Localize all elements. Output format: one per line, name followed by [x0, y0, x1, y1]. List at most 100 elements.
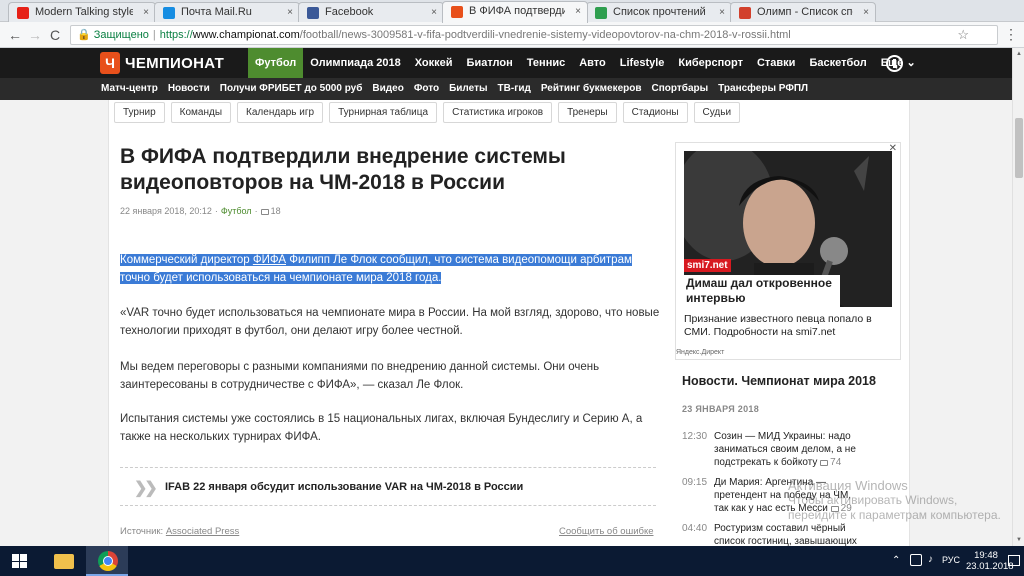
volume-icon[interactable]: ♪: [928, 554, 933, 576]
close-icon[interactable]: ×: [287, 3, 293, 22]
taskbar-chrome[interactable]: [86, 546, 128, 576]
nav-lifestyle[interactable]: Lifestyle: [613, 48, 672, 78]
subnav-photo[interactable]: Фото: [409, 78, 444, 100]
article-headline: В ФИФА подтвердили внедрение системы вид…: [120, 145, 566, 194]
source-link[interactable]: Associated Press: [166, 526, 239, 537]
nav-esports[interactable]: Киберспорт: [671, 48, 750, 78]
pill-referees[interactable]: Судьи: [693, 102, 741, 123]
article-meta: 22 января 2018, 20:12 · Футбол · 18: [120, 206, 281, 216]
tray-chevron-icon[interactable]: ⌃: [892, 555, 900, 576]
news-text[interactable]: Ростуризм составил чёрный список гостини…: [714, 523, 857, 546]
main-nav: Футбол Олимпиада 2018 Хоккей Биатлон Тен…: [248, 48, 923, 78]
news-item[interactable]: 04:40 Ростуризм составил чёрный список г…: [682, 522, 902, 546]
ad-title[interactable]: Димаш дал откровенное интервью: [684, 275, 840, 307]
news-time: 09:15: [682, 477, 708, 488]
article-category-link[interactable]: Футбол: [221, 206, 252, 216]
page-scrollbar[interactable]: ▲ ▼: [1012, 48, 1024, 546]
meta-dot: ·: [214, 206, 218, 216]
nav-auto[interactable]: Авто: [572, 48, 613, 78]
browser-tab-5[interactable]: Список прочтений авто ×: [586, 2, 732, 22]
bookmark-star-icon[interactable]: ☆: [957, 26, 969, 44]
pill-player-stats[interactable]: Статистика игроков: [443, 102, 553, 123]
news-time: 04:40: [682, 523, 708, 534]
browser-tab-6[interactable]: Олимп - Список спорт ×: [730, 2, 876, 22]
subnav-video[interactable]: Видео: [367, 78, 408, 100]
browser-tab-1[interactable]: Modern Talking style ×: [8, 2, 156, 22]
fifa-link[interactable]: ФИФА: [252, 254, 287, 266]
news-section-title[interactable]: Новости. Чемпионат мира 2018: [682, 374, 876, 388]
back-button[interactable]: ←: [6, 26, 24, 44]
browser-tab-2[interactable]: Почта Mail.Ru ×: [154, 2, 300, 22]
ad-provider[interactable]: Яндекс.Директ: [676, 349, 724, 356]
site-logo[interactable]: Ч ЧЕМПИОНАТ: [100, 52, 224, 74]
pill-tournament[interactable]: Турнир: [114, 102, 165, 123]
ad-source-tag[interactable]: smi7.net: [684, 259, 731, 272]
subnav-match-center[interactable]: Матч-центр: [96, 78, 163, 100]
nav-biathlon[interactable]: Биатлон: [460, 48, 520, 78]
olimp-icon: [739, 7, 751, 19]
tournament-tabs: Турнир Команды Календарь игр Турнирная т…: [114, 102, 746, 123]
nav-bets[interactable]: Ставки: [750, 48, 802, 78]
article-source: Источник: Associated Press: [120, 526, 239, 537]
ad-description[interactable]: Признание известного певца попало в СМИ.…: [684, 313, 890, 339]
forward-button[interactable]: →: [26, 26, 44, 44]
source-label: Источник:: [120, 526, 166, 537]
nav-tennis[interactable]: Теннис: [520, 48, 572, 78]
user-icon[interactable]: [886, 55, 903, 72]
close-icon[interactable]: ×: [143, 3, 149, 22]
related-article-link[interactable]: IFAB 22 января обсудит использование VAR…: [165, 481, 523, 493]
subnav-sportbars[interactable]: Спортбары: [647, 78, 714, 100]
pill-teams[interactable]: Команды: [170, 102, 232, 123]
nav-basketball[interactable]: Баскетбол: [802, 48, 873, 78]
news-date: 23 ЯНВАРЯ 2018: [682, 404, 759, 414]
subnav-tv[interactable]: ТВ-гид: [493, 78, 536, 100]
subnav-news[interactable]: Новости: [163, 78, 215, 100]
logo-mark-icon: Ч: [100, 52, 120, 74]
nav-hockey[interactable]: Хоккей: [408, 48, 460, 78]
close-icon[interactable]: ×: [575, 2, 581, 21]
scroll-up-icon[interactable]: ▲: [1014, 49, 1024, 59]
news-item[interactable]: 12:30 Созин — МИД Украины: надо занимать…: [682, 430, 902, 470]
pill-table[interactable]: Турнирная таблица: [329, 102, 438, 123]
scroll-down-icon[interactable]: ▼: [1014, 535, 1024, 545]
start-button[interactable]: [0, 546, 40, 576]
chrome-icon: [98, 551, 118, 571]
logo-text: ЧЕМПИОНАТ: [125, 54, 225, 72]
folder-icon: [54, 554, 74, 569]
scroll-thumb[interactable]: [1015, 118, 1023, 178]
reload-button[interactable]: C: [46, 26, 64, 44]
subnav-freebet[interactable]: Получи ФРИБЕТ до 5000 руб: [215, 78, 368, 100]
report-error-link[interactable]: Сообщить об ошибке: [559, 526, 654, 537]
nav-football[interactable]: Футбол: [248, 48, 304, 78]
url-input[interactable]: 🔒 Защищено | https://www.championat.com/foo…: [70, 25, 998, 45]
network-icon[interactable]: [910, 554, 922, 566]
clock-time: 19:48: [974, 550, 998, 561]
mailru-icon: [163, 7, 175, 19]
subnav-tickets[interactable]: Билеты: [444, 78, 492, 100]
language-indicator[interactable]: РУС: [942, 555, 960, 576]
pill-calendar[interactable]: Календарь игр: [237, 102, 324, 123]
close-icon[interactable]: ×: [863, 3, 869, 22]
subnav-bookmakers[interactable]: Рейтинг букмекеров: [536, 78, 647, 100]
browser-menu-icon[interactable]: ⋮: [1004, 26, 1018, 43]
browser-tab-4[interactable]: В ФИФА подтвердили в ×: [442, 1, 588, 23]
subnav-transfers[interactable]: Трансферы РФПЛ: [713, 78, 813, 100]
double-chevron-icon: ❯❯: [134, 480, 158, 497]
system-clock[interactable]: 19:48 23.01.2018: [966, 550, 1014, 572]
comment-icon: [260, 209, 269, 215]
taskbar-file-explorer[interactable]: [42, 546, 84, 576]
comment-count[interactable]: 18: [271, 206, 281, 216]
nav-olympics[interactable]: Олимпиада 2018: [303, 48, 407, 78]
browser-tab-strip: Modern Talking style × Почта Mail.Ru × F…: [0, 0, 1024, 23]
article-paragraph-3: Мы ведем переговоры с разными компаниями…: [120, 361, 600, 391]
notification-icon[interactable]: [1008, 555, 1020, 566]
related-article[interactable]: ❯❯ IFAB 22 января обсудит использование …: [120, 467, 656, 506]
pill-stadiums[interactable]: Стадионы: [622, 102, 688, 123]
close-icon[interactable]: ×: [431, 3, 437, 22]
ad-block[interactable]: ✕ smi7.net Димаш дал откровенное интервь…: [675, 142, 901, 360]
close-icon[interactable]: ×: [719, 3, 725, 22]
url-separator: |: [152, 29, 156, 41]
browser-tab-3[interactable]: Facebook ×: [298, 2, 444, 22]
site-header: Ч ЧЕМПИОНАТ Футбол Олимпиада 2018 Хоккей…: [0, 48, 1012, 78]
pill-coaches[interactable]: Тренеры: [558, 102, 617, 123]
